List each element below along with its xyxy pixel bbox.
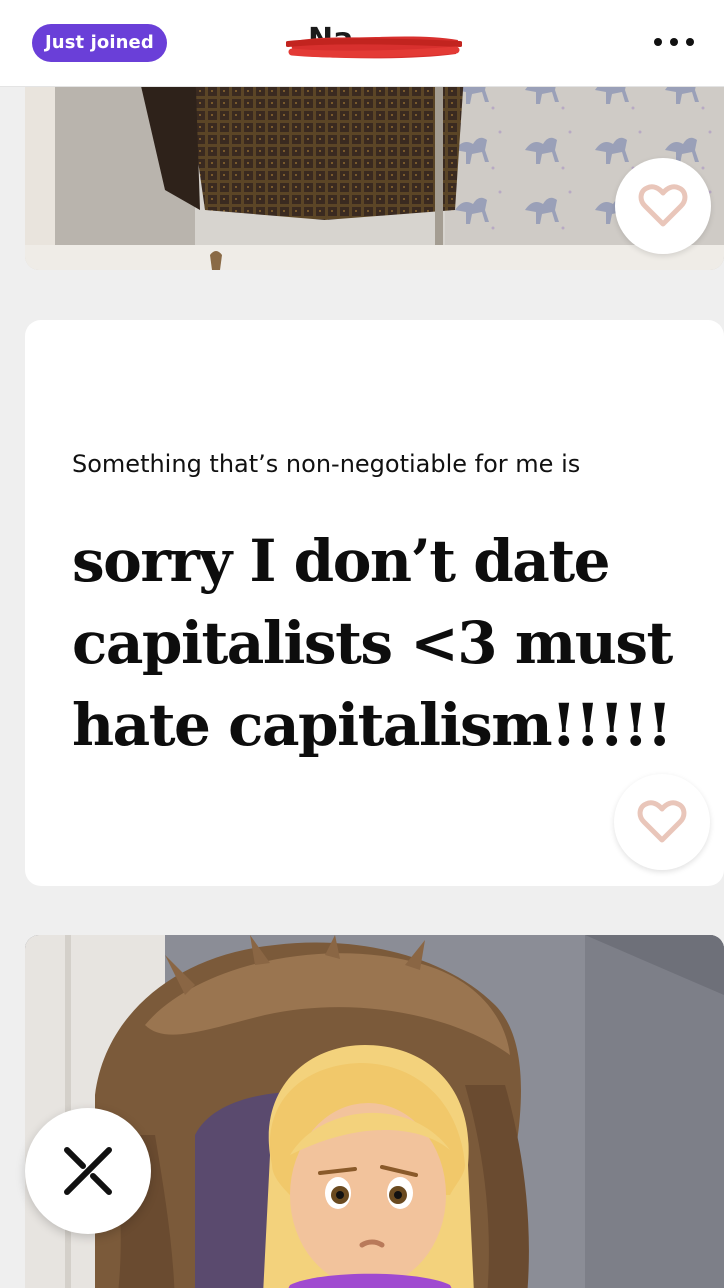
heart-icon (638, 184, 688, 227)
profile-name: Na (286, 18, 462, 62)
more-options-icon[interactable] (654, 34, 694, 50)
like-photo-button[interactable] (615, 158, 711, 254)
profile-photo-2[interactable] (25, 935, 724, 1288)
profile-photo-1[interactable] (25, 60, 724, 270)
photo-2-image (25, 935, 724, 1288)
prompt-question: Something that’s non-negotiable for me i… (72, 450, 581, 478)
person-emoji (263, 1045, 474, 1288)
photo-1-image (25, 60, 724, 270)
close-x-icon (64, 1147, 112, 1195)
dismiss-button[interactable] (25, 1108, 151, 1234)
prompt-answer: sorry I don’t date capitalists <3 must h… (72, 527, 673, 759)
prompt-card: Something that’s non-negotiable for me i… (25, 320, 724, 886)
like-prompt-button[interactable] (614, 774, 710, 870)
more-dot (670, 38, 678, 46)
heart-icon (637, 800, 687, 843)
more-dot (654, 38, 662, 46)
more-dot (686, 38, 694, 46)
profile-screen: Just joined Na (0, 0, 724, 1288)
just-joined-badge: Just joined (32, 24, 167, 62)
profile-header: Just joined Na (0, 0, 724, 87)
name-redaction-scribble (286, 36, 462, 59)
